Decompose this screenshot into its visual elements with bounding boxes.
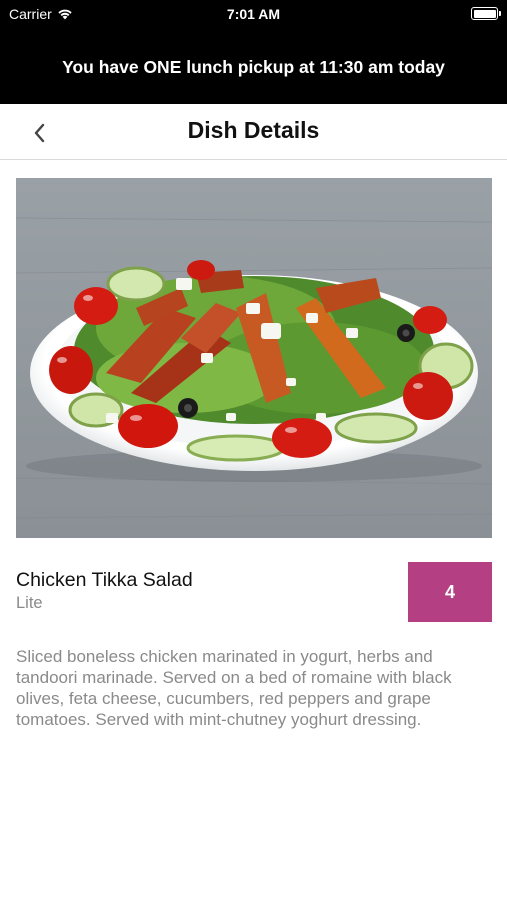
salad-image — [16, 178, 492, 538]
quantity-button[interactable]: 4 — [408, 562, 492, 622]
status-bar: Carrier 7:01 AM — [0, 0, 507, 30]
pickup-banner-text: You have ONE lunch pickup at 11:30 am to… — [62, 56, 445, 77]
pickup-banner: You have ONE lunch pickup at 11:30 am to… — [0, 30, 507, 104]
battery-icon — [471, 7, 501, 20]
dish-category: Lite — [16, 594, 43, 612]
quantity-value: 4 — [444, 581, 455, 602]
navigation-bar: Dish Details — [0, 104, 507, 160]
dish-name: Chicken Tikka Salad — [16, 569, 193, 591]
page-title: Dish Details — [187, 117, 320, 143]
status-time: 7:01 AM — [226, 6, 281, 22]
dish-photo — [16, 178, 492, 538]
dish-description: Sliced boneless chicken marinated in yog… — [16, 647, 452, 729]
